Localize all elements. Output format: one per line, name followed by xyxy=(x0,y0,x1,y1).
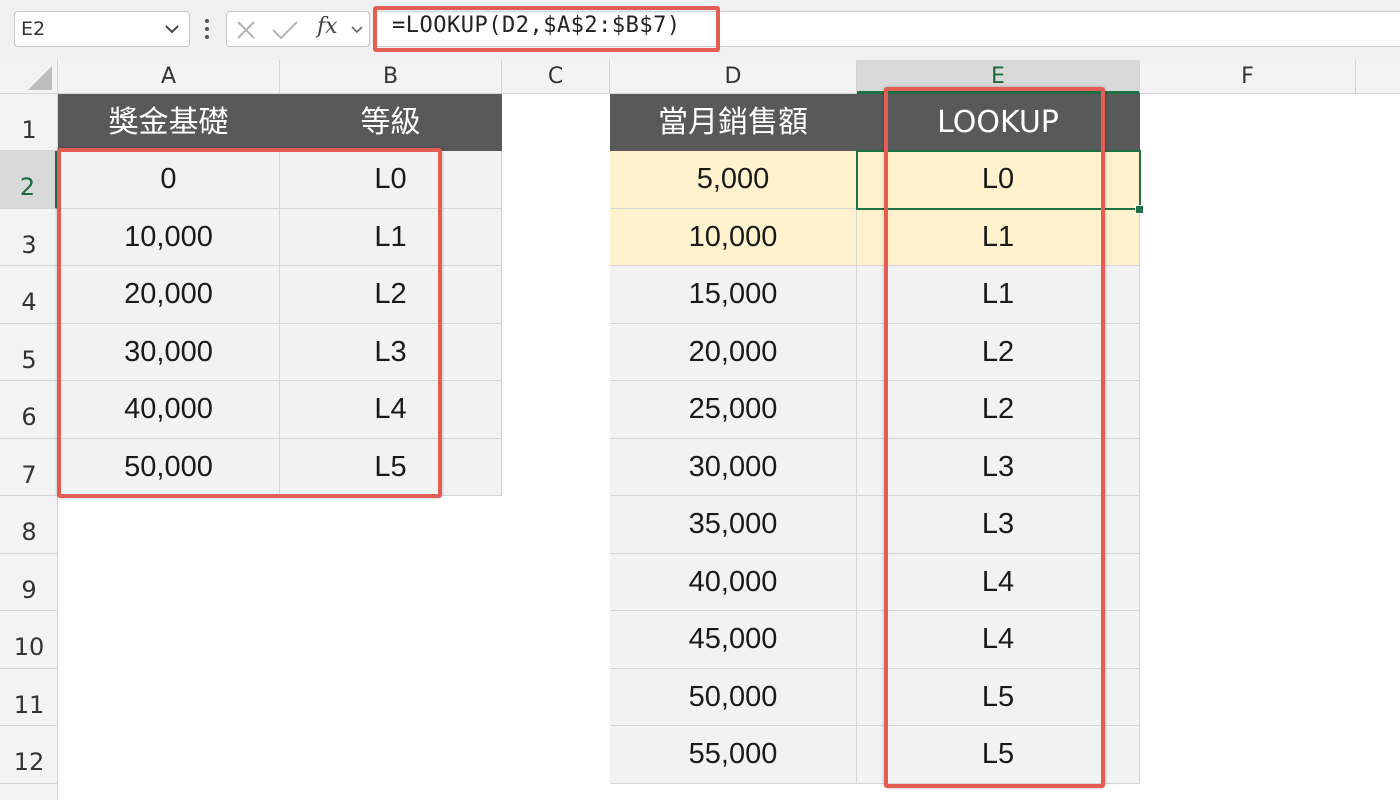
column-header-c[interactable]: C xyxy=(502,60,610,94)
spreadsheet-grid: A B C D E F 1 2 3 4 5 6 7 8 9 10 11 12 獎… xyxy=(0,60,1400,800)
insert-function-icon[interactable]: fx xyxy=(317,14,338,39)
select-all-icon xyxy=(28,66,52,90)
table2-cell[interactable]: 55,000 xyxy=(610,726,857,784)
table2-cell[interactable]: 45,000 xyxy=(610,611,857,669)
column-header-d[interactable]: D xyxy=(610,60,857,94)
row-header[interactable]: 4 xyxy=(0,266,58,324)
row-header[interactable]: 3 xyxy=(0,209,58,266)
name-box-value: E2 xyxy=(21,18,46,40)
formula-annotation-box xyxy=(373,6,720,52)
row-header[interactable]: 1 xyxy=(0,94,58,151)
table2-cell[interactable]: 35,000 xyxy=(610,496,857,554)
row-header[interactable]: 5 xyxy=(0,324,58,381)
table1-header[interactable]: 等級 xyxy=(280,94,502,151)
table2-cell[interactable]: 10,000 xyxy=(610,209,857,266)
lookup-range-annotation-box xyxy=(57,148,442,498)
row-header-column: 1 2 3 4 5 6 7 8 9 10 11 12 xyxy=(0,94,58,800)
row-header[interactable]: 6 xyxy=(0,381,58,439)
table2-cell[interactable]: 25,000 xyxy=(610,381,857,439)
row-header[interactable]: 8 xyxy=(0,496,58,554)
row-header[interactable]: 2 xyxy=(0,151,58,209)
formula-bar: E2 fx =LOOKUP(D2,$A$2:$B$7) xyxy=(0,0,1400,60)
more-options-icon[interactable] xyxy=(200,16,214,42)
select-all-corner[interactable] xyxy=(0,60,58,94)
formula-controls: fx xyxy=(226,11,370,47)
table2-cell[interactable]: 5,000 xyxy=(610,151,857,209)
cancel-icon[interactable] xyxy=(235,19,257,41)
column-header-a[interactable]: A xyxy=(58,60,280,94)
fill-handle[interactable] xyxy=(1135,205,1144,214)
result-column-annotation-box xyxy=(884,87,1105,788)
row-header[interactable]: 10 xyxy=(0,611,58,669)
column-header-b[interactable]: B xyxy=(280,60,502,94)
column-header-row: A B C D E F xyxy=(0,60,1400,94)
row-header[interactable]: 7 xyxy=(0,439,58,496)
check-icon[interactable] xyxy=(271,19,299,41)
row-header[interactable]: 9 xyxy=(0,554,58,611)
table2-cell[interactable]: 20,000 xyxy=(610,324,857,381)
table2-cell[interactable]: 40,000 xyxy=(610,554,857,611)
table2-cell[interactable]: 50,000 xyxy=(610,669,857,726)
table1-header[interactable]: 獎金基礎 xyxy=(58,94,280,151)
column-header-f[interactable]: F xyxy=(1140,60,1356,94)
chevron-down-icon[interactable] xyxy=(163,20,181,38)
table2-cell[interactable]: 15,000 xyxy=(610,266,857,324)
row-header[interactable]: 11 xyxy=(0,669,58,726)
name-box[interactable]: E2 xyxy=(14,11,190,47)
table2-header[interactable]: 當月銷售額 xyxy=(610,94,857,151)
row-header[interactable]: 12 xyxy=(0,726,58,784)
table2-cell[interactable]: 30,000 xyxy=(610,439,857,496)
chevron-down-icon[interactable] xyxy=(349,22,365,38)
